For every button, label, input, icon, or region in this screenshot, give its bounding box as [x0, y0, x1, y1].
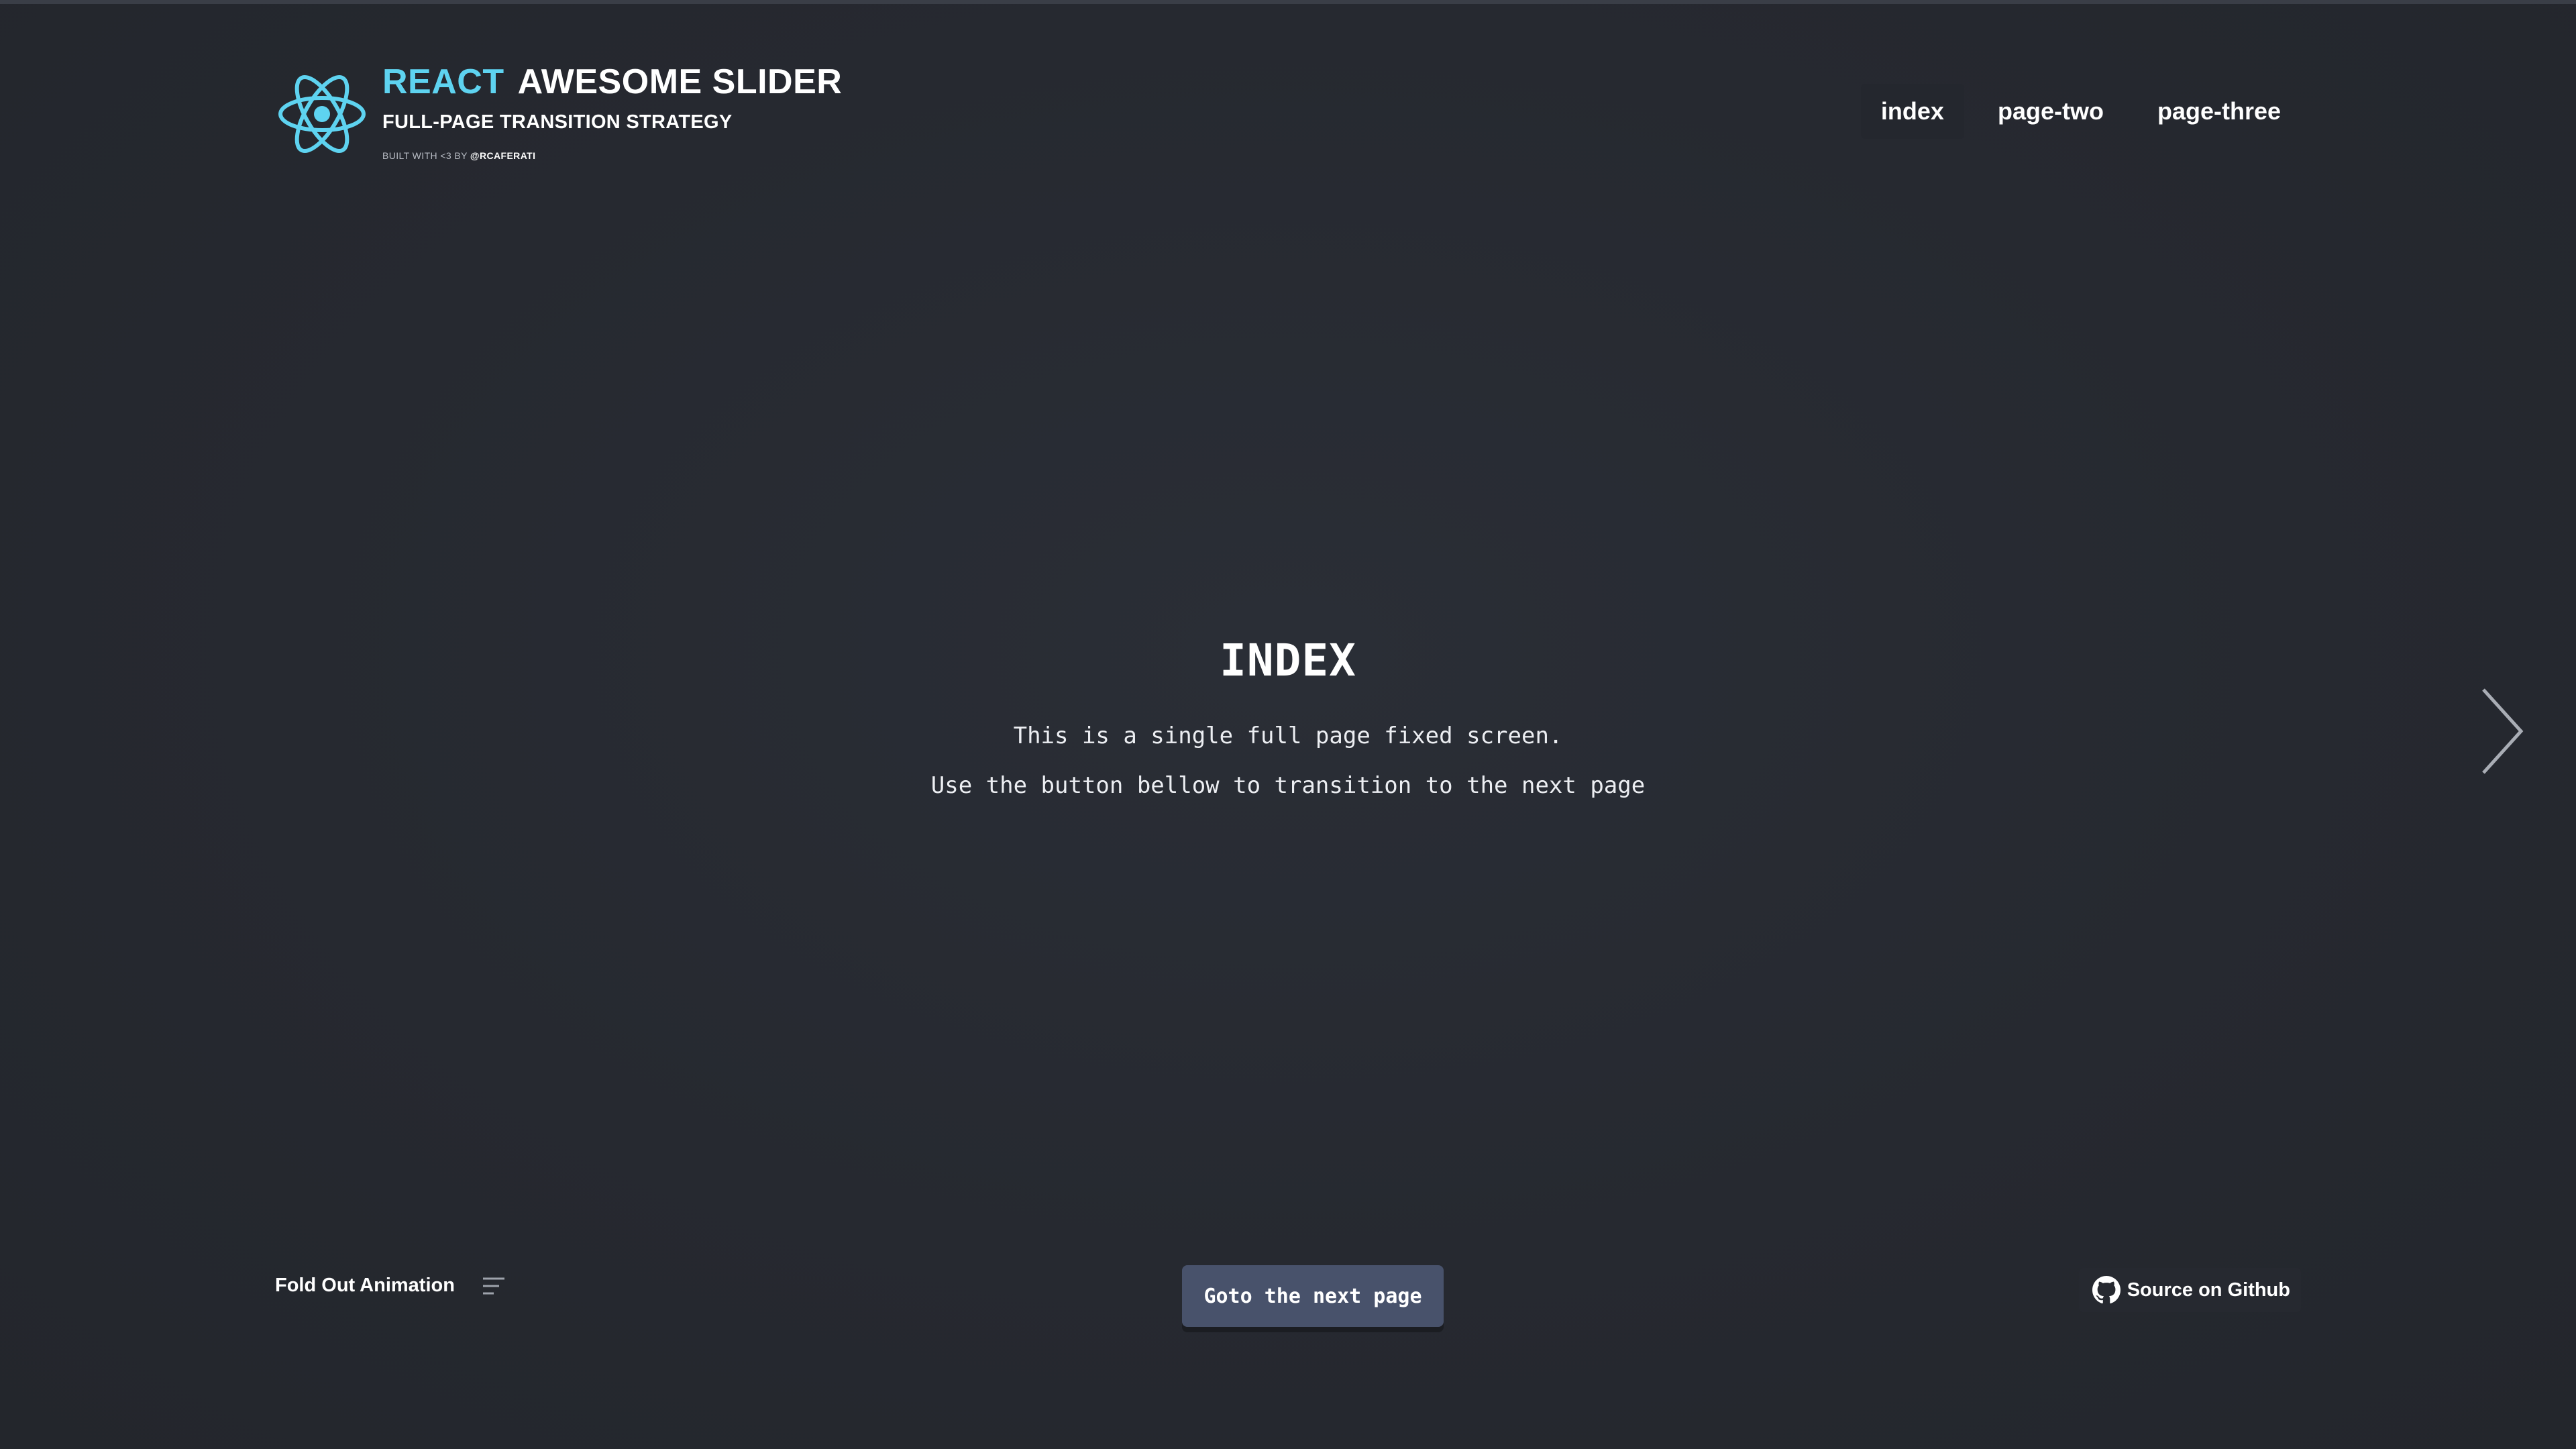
- animation-label: Fold Out Animation: [275, 1275, 455, 1296]
- top-nav: index page-two page-three: [1860, 84, 2301, 139]
- page-heading: INDEX: [1220, 635, 1356, 686]
- credit-handle-link[interactable]: @RCAFERATI: [470, 150, 536, 161]
- menu-lines-icon[interactable]: [482, 1275, 506, 1297]
- app-title-main: AWESOME SLIDER: [517, 62, 843, 101]
- chevron-right-icon[interactable]: [2475, 684, 2529, 778]
- credit-line: BUILT WITH <3 BY @RCAFERATI: [382, 149, 842, 162]
- nav-item-page-two[interactable]: page-two: [1978, 84, 2124, 139]
- page: REACT AWESOME SLIDER FULL-PAGE TRANSITION…: [0, 0, 2576, 1449]
- app-title: REACT AWESOME SLIDER: [382, 60, 842, 103]
- main-content: INDEX This is a single full page fixed s…: [0, 631, 2576, 810]
- brand-text: REACT AWESOME SLIDER FULL-PAGE TRANSITION…: [382, 57, 842, 162]
- credit-prefix: BUILT WITH <3 BY: [382, 150, 470, 161]
- github-source-link[interactable]: Source on Github: [2078, 1268, 2301, 1312]
- goto-next-page-button[interactable]: Goto the next page: [1182, 1265, 1444, 1327]
- app-subtitle: FULL-PAGE TRANSITION STRATEGY: [382, 111, 733, 133]
- react-atom-icon: [278, 74, 366, 154]
- animation-selector[interactable]: Fold Out Animation: [275, 1275, 506, 1297]
- description-line-1: This is a single full page fixed screen.: [1013, 722, 1563, 749]
- brand: REACT AWESOME SLIDER FULL-PAGE TRANSITION…: [275, 57, 842, 174]
- nav-item-index[interactable]: index: [1860, 84, 1964, 139]
- top-border: [0, 0, 2576, 4]
- description-line-2: Use the button bellow to transition to t…: [930, 772, 1646, 799]
- github-label: Source on Github: [2127, 1279, 2290, 1301]
- github-icon: [2092, 1276, 2121, 1303]
- nav-item-page-three[interactable]: page-three: [2137, 84, 2301, 139]
- app-title-accent: REACT: [382, 62, 504, 101]
